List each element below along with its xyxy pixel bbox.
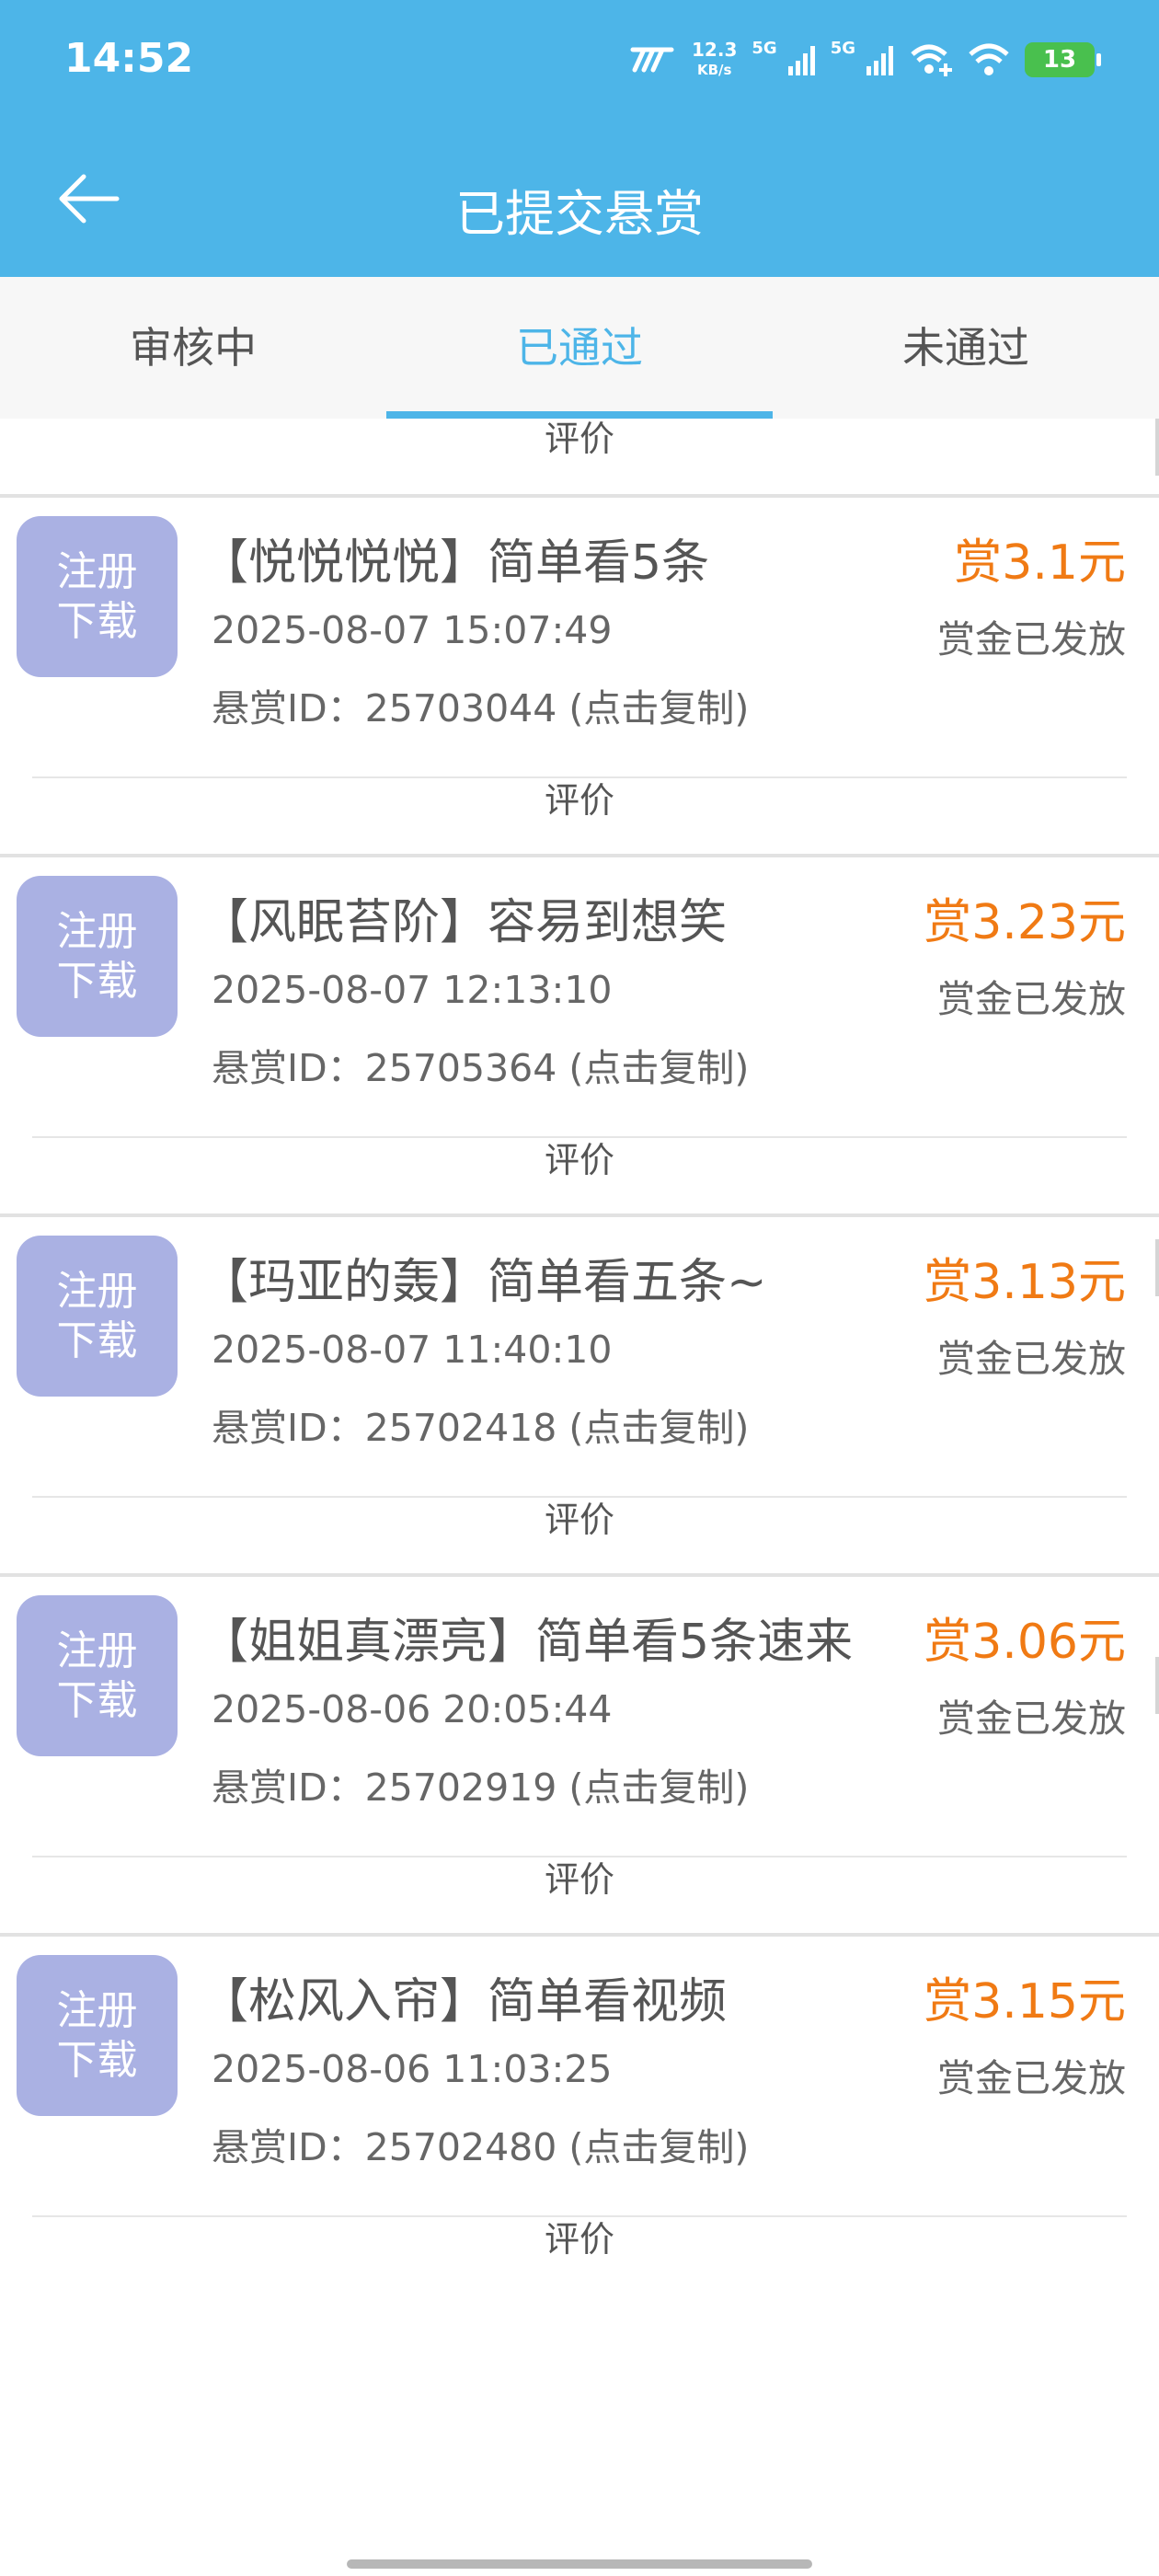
submit-date: 2025-08-06 20:05:44 [212, 1687, 613, 1731]
reward-status: 赏金已发放 [937, 1696, 1126, 1741]
bounty-card[interactable]: 注册 下载 【风眠苔阶】容易到想笑 赏3.23元 2025-08-07 12:1… [0, 857, 1159, 1138]
divider [32, 776, 1127, 778]
evaluate-button[interactable]: 评价 [0, 1138, 1159, 1213]
signal-5g-label-2: 5G [830, 39, 855, 58]
reward-status: 赏金已发放 [937, 1337, 1126, 1381]
bounty-id-copy[interactable]: 悬赏ID：25705364 (点击复制) [212, 1037, 749, 1092]
divider [32, 2215, 1127, 2217]
bounty-title: 【风眠苔阶】容易到想笑 [201, 895, 728, 950]
reward-status: 赏金已发放 [937, 977, 1126, 1021]
bounty-title: 【姐姐真漂亮】简单看5条速来 [201, 1615, 854, 1670]
task-thumbnail: 注册 下载 [17, 1595, 178, 1756]
thumbnail-line-1: 注册 [56, 1268, 138, 1315]
home-indicator[interactable] [347, 2559, 812, 2569]
thumbnail-line-2: 下载 [56, 1677, 138, 1724]
status-icons: 12.3 KB/s 5G 5G 13 [629, 37, 1101, 83]
wifi-plus-icon [911, 44, 952, 76]
evaluate-button[interactable]: 评价 [0, 2217, 1159, 2293]
reward-amount: 赏3.23元 [924, 895, 1126, 950]
divider [32, 1496, 1127, 1498]
wifi-icon [969, 43, 1009, 75]
network-speed-value: 12.3 [692, 39, 738, 61]
submit-date: 2025-08-06 11:03:25 [212, 2047, 613, 2091]
evaluate-button[interactable]: 评价 [0, 778, 1159, 854]
thumbnail-line-2: 下载 [56, 1317, 138, 1364]
thumbnail-line-2: 下载 [56, 598, 138, 645]
task-thumbnail: 注册 下载 [17, 876, 178, 1037]
thumbnail-line-1: 注册 [56, 908, 138, 955]
reward-amount: 赏3.1元 [954, 535, 1126, 591]
network-speed-unit: KB/s [696, 62, 732, 78]
page-title: 已提交悬赏 [455, 185, 704, 243]
evaluate-button[interactable]: 评价 [0, 1857, 1159, 1933]
thumbnail-line-2: 下载 [56, 2037, 138, 2084]
evaluate-button[interactable]: 评价 [0, 1498, 1159, 1573]
divider [32, 1136, 1127, 1138]
divider [32, 1856, 1127, 1857]
thumbnail-line-1: 注册 [56, 1987, 138, 2034]
thumbnail-line-1: 注册 [56, 548, 138, 595]
reward-amount: 赏3.15元 [924, 1974, 1126, 2030]
bounty-title: 【玛亚的轰】简单看五条~ [201, 1255, 767, 1310]
app-header: 14:52 12.3 KB/s 5G 5G 13 已提交悬赏 [0, 0, 1159, 277]
network-speed: 12.3 KB/s [692, 40, 737, 80]
tab-under-review[interactable]: 审核中 [0, 277, 386, 419]
battery-indicator: 13 [1025, 42, 1101, 77]
bounty-list: 评价 注册 下载 【悦悦悦悦】简单看5条 赏3.1元 2025-08-07 15… [0, 419, 1159, 2293]
thumbnail-line-2: 下载 [56, 958, 138, 1005]
reward-amount: 赏3.13元 [924, 1255, 1126, 1310]
scroll-edge-marker [1155, 419, 1159, 476]
thumbnail-line-1: 注册 [56, 1627, 138, 1674]
submit-date: 2025-08-07 15:07:49 [212, 608, 613, 652]
bounty-id-copy[interactable]: 悬赏ID：25702919 (点击复制) [212, 1756, 749, 1811]
bounty-id-copy[interactable]: 悬赏ID：25702480 (点击复制) [212, 2116, 749, 2171]
scroll-edge-marker [1155, 1239, 1159, 1296]
reward-amount: 赏3.06元 [924, 1615, 1126, 1670]
bounty-card[interactable]: 注册 下载 【松风入帘】简单看视频 赏3.15元 2025-08-06 11:0… [0, 1937, 1159, 2217]
tab-rejected[interactable]: 未通过 [773, 277, 1159, 419]
bounty-card[interactable]: 注册 下载 【姐姐真漂亮】简单看5条速来 赏3.06元 2025-08-06 2… [0, 1577, 1159, 1857]
task-thumbnail: 注册 下载 [17, 1955, 178, 2116]
bounty-id-copy[interactable]: 悬赏ID：25702418 (点击复制) [212, 1397, 749, 1452]
signal-bars-icon [787, 46, 815, 75]
signal-5g-label-1: 5G [752, 39, 777, 58]
submit-date: 2025-08-07 11:40:10 [212, 1328, 613, 1372]
tab-bar: 审核中 已通过 未通过 [0, 277, 1159, 419]
bounty-card[interactable]: 注册 下载 【悦悦悦悦】简单看5条 赏3.1元 2025-08-07 15:07… [0, 498, 1159, 778]
scroll-edge-marker [1155, 1657, 1159, 1714]
bounty-title: 【松风入帘】简单看视频 [201, 1974, 728, 2030]
bounty-card[interactable]: 注册 下载 【玛亚的轰】简单看五条~ 赏3.13元 2025-08-07 11:… [0, 1217, 1159, 1498]
reward-status: 赏金已发放 [937, 617, 1126, 661]
task-thumbnail: 注册 下载 [17, 1236, 178, 1397]
status-time: 14:52 [64, 35, 194, 82]
submit-date: 2025-08-07 12:13:10 [212, 968, 613, 1012]
task-thumbnail: 注册 下载 [17, 516, 178, 677]
status-bar: 14:52 12.3 KB/s 5G 5G 13 [0, 0, 1159, 125]
signal-bars-icon-2 [866, 46, 893, 75]
tab-approved[interactable]: 已通过 [386, 277, 773, 419]
bounty-id-copy[interactable]: 悬赏ID：25703044 (点击复制) [212, 677, 749, 732]
bounty-title: 【悦悦悦悦】简单看5条 [201, 535, 710, 591]
hd-icon [630, 47, 674, 73]
evaluate-button[interactable]: 评价 [0, 419, 1159, 494]
reward-status: 赏金已发放 [937, 2056, 1126, 2100]
title-bar: 已提交悬赏 [0, 125, 1159, 277]
